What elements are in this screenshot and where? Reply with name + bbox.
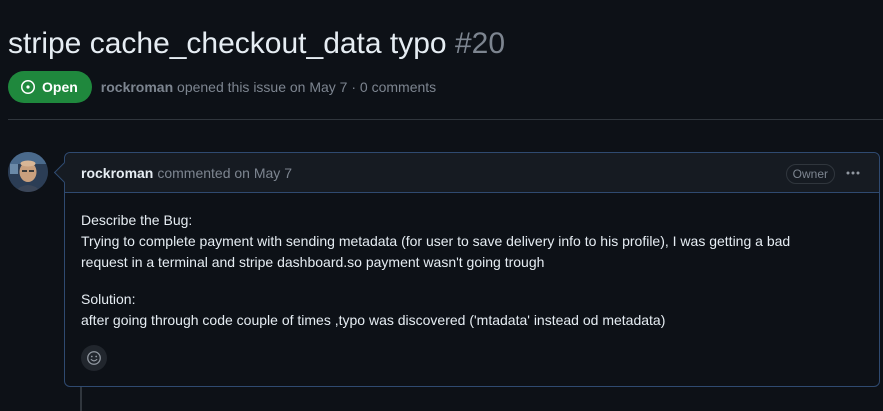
comment-box: rockroman commented on May 7 Owner Descr… <box>53 152 880 387</box>
issue-number: #20 <box>454 27 506 60</box>
smiley-icon <box>86 350 102 366</box>
issue-author-link[interactable]: rockroman <box>101 79 173 95</box>
bug-description-line-1: Trying to complete payment with sending … <box>81 233 791 249</box>
issue-open-icon <box>20 79 36 95</box>
issue-page: stripe cache_checkout_data typo #20 Open… <box>0 0 883 411</box>
issue-opened-info: rockroman opened this issue on May 7 · 0… <box>101 79 436 95</box>
comment-timestamp[interactable]: commented on May 7 <box>157 165 292 181</box>
issue-opened-text: opened this issue on May 7 · 0 comments <box>177 79 437 95</box>
issue-state-label: Open <box>42 79 78 95</box>
solution-heading: Solution: <box>81 291 136 307</box>
timeline-line <box>80 387 82 411</box>
comment-author-link[interactable]: rockroman <box>81 165 153 181</box>
issue-title-text: stripe cache_checkout_data typo <box>8 27 447 60</box>
bug-section: Describe the Bug: Trying to complete pay… <box>81 210 861 273</box>
add-reaction-button[interactable] <box>81 345 107 371</box>
comment-body: Describe the Bug: Trying to complete pay… <box>81 210 861 347</box>
kebab-horizontal-icon[interactable] <box>843 163 863 183</box>
issue-state-badge: Open <box>8 71 92 103</box>
comment-header: rockroman commented on May 7 Owner <box>65 153 879 193</box>
avatar[interactable] <box>8 152 48 192</box>
bug-description-line-2: request in a terminal and stripe dashboa… <box>81 254 545 270</box>
bug-heading: Describe the Bug: <box>81 212 193 228</box>
solution-section: Solution: after going through code coupl… <box>81 289 861 331</box>
header-divider <box>8 119 883 120</box>
issue-title: stripe cache_checkout_data typo #20 <box>8 24 505 64</box>
solution-text: after going through code couple of times… <box>81 312 666 328</box>
owner-badge: Owner <box>785 164 835 184</box>
issue-meta: Open rockroman opened this issue on May … <box>8 71 436 103</box>
